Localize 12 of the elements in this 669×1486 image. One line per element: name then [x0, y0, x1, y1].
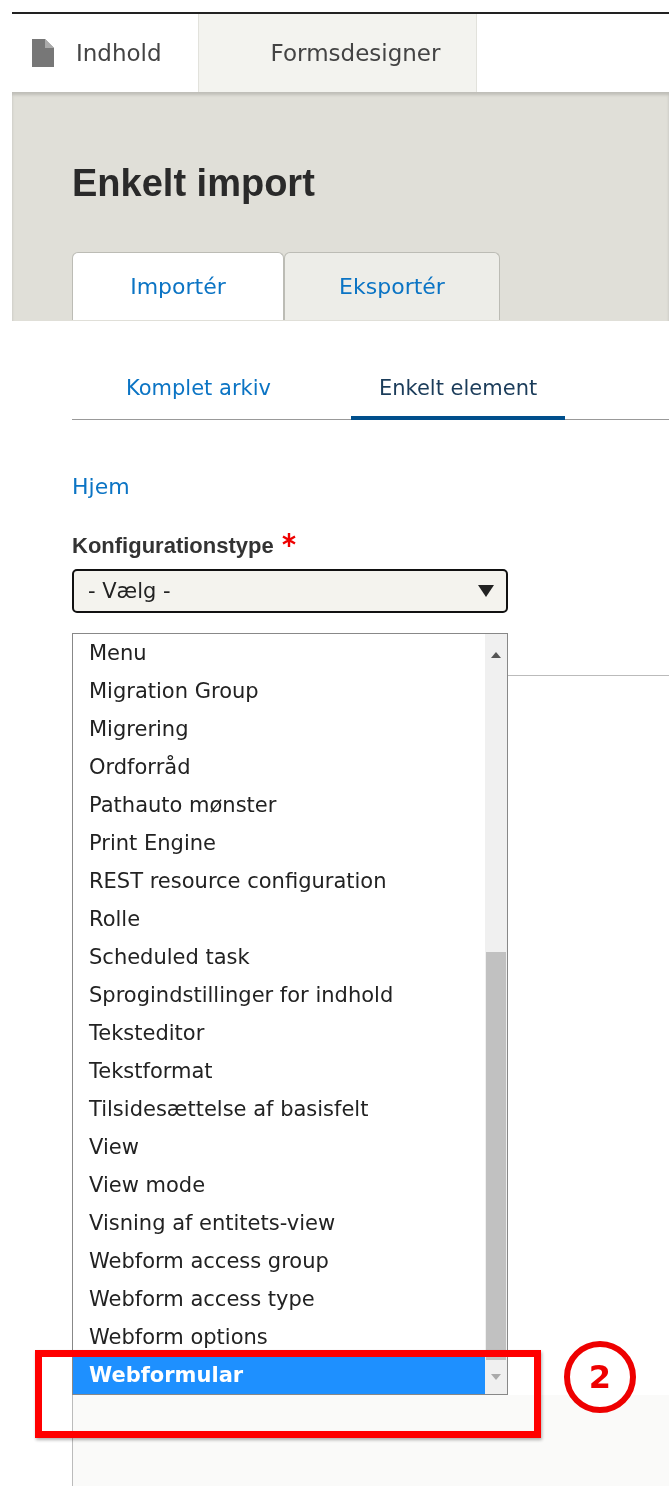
caret-icon: [478, 585, 494, 597]
tab[interactable]: Enkelt element: [350, 360, 566, 420]
step-number: 2: [564, 1341, 636, 1413]
breadcrumb-link[interactable]: Hjem: [72, 474, 130, 499]
tab[interactable]: Eksportér: [284, 252, 500, 320]
top-tab[interactable]: Formsdesigner: [198, 14, 478, 92]
select-field[interactable]: - Vælg -: [72, 569, 508, 613]
field-label: Konfigurationstype: [72, 533, 274, 559]
scrollbar[interactable]: [485, 634, 507, 1394]
tab[interactable]: Komplet arkiv: [98, 360, 299, 420]
page-title: Enkelt import: [72, 162, 316, 206]
tab[interactable]: Importér: [72, 252, 284, 320]
